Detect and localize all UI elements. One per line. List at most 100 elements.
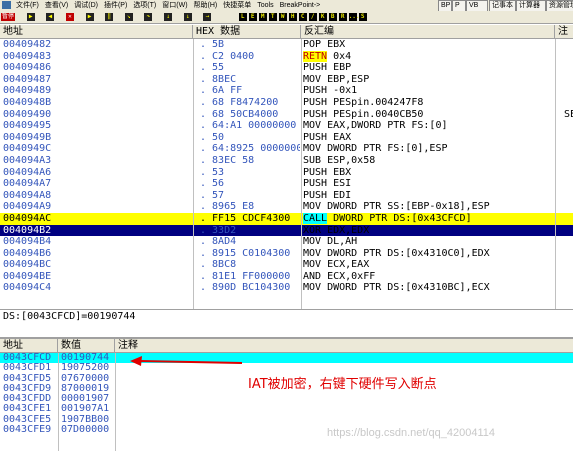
menu-item[interactable]: 插件(P) bbox=[104, 2, 127, 9]
disasm-hex: . 8965 E8 bbox=[200, 201, 255, 213]
disasm-row[interactable]: 004094A7 . 56 PUSH ESI bbox=[0, 178, 573, 190]
toolbar: 暂停 ▶ ◀ ✕ ▶ ‖ ↘ ↷ ↓ ↓ → L E M T W H C / K B R ...S bbox=[0, 11, 573, 24]
disasm-address: 00409482 bbox=[3, 39, 52, 50]
disasm-hex: . 68 50CB4000 bbox=[200, 108, 279, 120]
disasm-hex: . 50 bbox=[200, 131, 225, 143]
disasm-row[interactable]: 00409490 . 68 50CB4000 PUSH PESpin.0040CB5… bbox=[0, 109, 573, 121]
trace-into-icon[interactable]: ↓ bbox=[164, 13, 173, 21]
disasm-row[interactable]: 004094A3 . 83EC 58 SUB ESP,0x58 bbox=[0, 155, 573, 167]
menu-item[interactable]: 选项(T) bbox=[133, 2, 156, 9]
operands: 0x4 bbox=[327, 50, 352, 62]
close-icon[interactable]: ✕ bbox=[65, 13, 74, 21]
dump-value: 001907A1 bbox=[61, 404, 110, 415]
disasm-row[interactable]: 004094B6 . 8915 C0104300 MOV DWORD PTR DS:… bbox=[0, 248, 573, 260]
disasm-row[interactable]: 004094A9 . 8965 E8 MOV DWORD PTR SS:[EBP-0… bbox=[0, 201, 573, 213]
disasm-address: 004094BE bbox=[3, 270, 52, 282]
toolbar-right-button[interactable]: 计算器 bbox=[516, 0, 546, 11]
disasm-row[interactable]: 004094A6 . 53 PUSH EBX bbox=[0, 167, 573, 179]
disasm-row[interactable]: 00409489 . 6A FF PUSH -0x1 bbox=[0, 85, 573, 97]
disasm-row[interactable]: 004094C4 . 890D BC104300 MOV DWORD PTR DS:… bbox=[0, 282, 573, 294]
trace-over-icon[interactable]: ↓ bbox=[183, 13, 192, 21]
menu-item[interactable]: BreakPoint-> bbox=[280, 2, 321, 9]
run-icon[interactable]: ▶ bbox=[85, 13, 94, 21]
dump-value: 07D00000 bbox=[61, 425, 110, 436]
disasm-address: 00409490 bbox=[3, 108, 52, 120]
open-icon[interactable]: ▶ bbox=[26, 13, 35, 21]
disasm-hex: . 68 F8474200 bbox=[200, 96, 279, 108]
toolbar-right-button[interactable]: 资源管理 bbox=[546, 0, 573, 11]
dump-addr-column-header[interactable]: 地址 bbox=[0, 339, 58, 352]
window-button[interactable]: L bbox=[238, 13, 247, 21]
dump-value-column-header[interactable]: 数值 bbox=[58, 339, 115, 352]
disasm-instruction: MOV ECX,EAX bbox=[303, 259, 370, 271]
disasm-row[interactable]: 00409495 . 64:A1 00000000 MOV EAX,DWORD PT… bbox=[0, 120, 573, 132]
step-into-icon[interactable]: ↘ bbox=[124, 13, 133, 21]
disasm-address: 004094A8 bbox=[3, 189, 52, 201]
annotation-text: IAT被加密，右键下硬件写入断点 bbox=[248, 377, 437, 392]
dump-row[interactable]: 0043CFDD 00001907 bbox=[0, 394, 573, 404]
disasm-address: 004094A3 bbox=[3, 154, 52, 166]
hex-column-header[interactable]: HEX 数据 bbox=[193, 25, 301, 38]
disasm-row[interactable]: 004094BC . 8BC8 MOV ECX,EAX bbox=[0, 259, 573, 271]
menu-item[interactable]: 窗口(W) bbox=[162, 2, 187, 9]
window-button[interactable]: B bbox=[328, 13, 337, 21]
dump-value: 87000019 bbox=[61, 383, 110, 394]
disasm-row[interactable]: 00409487 . 8BEC MOV EBP,ESP bbox=[0, 74, 573, 86]
disasm-hex: . FF15 CDCF4300 bbox=[200, 212, 291, 224]
dump-row[interactable]: 0043CFCD 00190744 bbox=[0, 353, 573, 364]
disasm-instruction: PUSH EBX bbox=[303, 166, 352, 178]
window-button[interactable]: E bbox=[248, 13, 257, 21]
disasm-row[interactable]: 00409483 . C2 0400 RETN 0x4 bbox=[0, 50, 573, 63]
menu-item[interactable]: Tools bbox=[257, 2, 273, 9]
disasm-row[interactable]: 0040948B . 68 F8474200 PUSH PESpin.004247F… bbox=[0, 97, 573, 109]
window-button[interactable]: H bbox=[288, 13, 297, 21]
dump-row[interactable]: 0043CFE1 001907A1 bbox=[0, 404, 573, 414]
disasm-row[interactable]: 00409482 . 5B POP EBX bbox=[0, 39, 573, 51]
disasm-row[interactable]: 004094A8 . 57 PUSH EDI bbox=[0, 190, 573, 202]
dump-address: 0043CFD9 bbox=[3, 383, 52, 394]
menu-item[interactable]: 快捷菜单 bbox=[223, 2, 251, 9]
window-button[interactable]: W bbox=[278, 13, 287, 21]
menu-item[interactable]: 调试(D) bbox=[74, 2, 98, 9]
menu-bar: 文件(F) 查看(V) 调试(D) 插件(P) 选项(T) 窗口(W) 帮助(H) 快捷菜单 T… bbox=[0, 0, 573, 11]
window-button[interactable]: C bbox=[298, 13, 307, 21]
disasm-row[interactable]: 004094BE . 81E1 FF000000 AND ECX,0xFF bbox=[0, 271, 573, 283]
step-over-icon[interactable]: ↷ bbox=[144, 13, 153, 21]
window-button[interactable]: ... bbox=[348, 13, 360, 21]
disasm-address: 00409483 bbox=[3, 50, 52, 62]
pause-icon[interactable]: ‖ bbox=[105, 13, 114, 21]
comment-column-header[interactable]: 注 bbox=[555, 25, 573, 38]
disasm-row[interactable]: 004094B2 . 33D2 XOR EDX,EDX bbox=[0, 224, 573, 237]
window-button[interactable]: / bbox=[308, 13, 317, 21]
toolbar-right-button[interactable]: VB bbox=[466, 0, 488, 11]
restart-icon[interactable]: ◀ bbox=[46, 13, 55, 21]
dump-address: 0043CFE1 bbox=[3, 404, 52, 415]
disasm-row[interactable]: 0040949B . 50 PUSH EAX bbox=[0, 132, 573, 144]
disasm-column-header[interactable]: 反汇编 bbox=[301, 25, 555, 38]
disassembly-pane: 地址 HEX 数据 反汇编 注 00409482. 5B POP EBX 00409… bbox=[0, 25, 573, 309]
disasm-hex: . C2 0400 bbox=[200, 50, 255, 62]
window-button[interactable]: K bbox=[318, 13, 327, 21]
addr-column-header[interactable]: 地址 bbox=[0, 25, 193, 38]
dump-row[interactable]: 0043CFE5 1907BB00 bbox=[0, 415, 573, 425]
disasm-address: 004094C4 bbox=[3, 282, 52, 294]
menu-item[interactable]: 帮助(H) bbox=[194, 2, 218, 9]
toolbar-right-button[interactable]: 记事本 bbox=[489, 0, 516, 11]
disasm-row[interactable]: 0040949C . 64:8925 00000000 MOV DWORD PTR … bbox=[0, 143, 573, 155]
execute-till-return-icon[interactable]: → bbox=[203, 13, 212, 21]
dump-comment-column-header[interactable]: 注释 bbox=[115, 339, 573, 352]
disasm-hex: . 56 bbox=[200, 178, 225, 190]
disasm-row[interactable]: 004094B4 . 8AD4 MOV DL,AH bbox=[0, 236, 573, 248]
window-button[interactable]: S bbox=[358, 13, 367, 21]
disasm-row[interactable]: 004094AC . FF15 CDCF4300 CALL DWORD PTR DS… bbox=[0, 212, 573, 225]
operands: DWORD PTR DS:[0x43CFCD] bbox=[327, 212, 472, 224]
disasm-row[interactable]: 00409486 . 55 PUSH EBP bbox=[0, 62, 573, 74]
window-button[interactable]: T bbox=[268, 13, 277, 21]
toolbar-right-button[interactable]: P bbox=[452, 0, 466, 11]
dump-address: 0043CFE5 bbox=[3, 414, 52, 425]
toolbar-right-button[interactable]: BP bbox=[438, 0, 452, 11]
window-button[interactable]: R bbox=[338, 13, 347, 21]
window-button[interactable]: M bbox=[258, 13, 267, 21]
menu-item[interactable]: 查看(V) bbox=[45, 2, 68, 9]
menu-item[interactable]: 文件(F) bbox=[16, 2, 39, 9]
